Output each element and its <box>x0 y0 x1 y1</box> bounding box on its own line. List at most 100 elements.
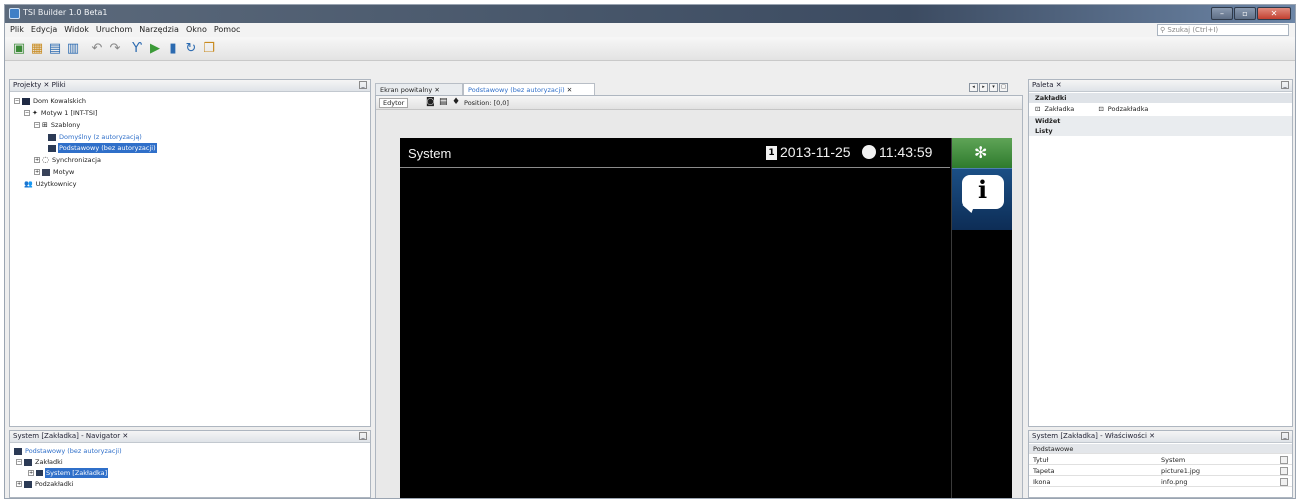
tree-item-users[interactable]: 👥 Użytkownicy <box>24 179 77 189</box>
tree-item-sync[interactable]: + ◌ Synchronizacja <box>34 155 102 165</box>
tabs-icon <box>24 458 32 466</box>
properties-section[interactable]: Podstawowe <box>1029 444 1292 454</box>
menu-run[interactable]: Uruchom <box>96 25 132 34</box>
tab-welcome-screen[interactable]: Ekran powitalny ✕ <box>375 83 463 95</box>
stop-icon[interactable]: ▮ <box>165 41 181 57</box>
save-all-icon[interactable]: ▥ <box>65 41 81 57</box>
palette-items-row: ⊡ Zakładka ⊡ Podzakładka <box>1029 104 1292 114</box>
edit-property-button[interactable] <box>1280 467 1288 475</box>
minimize-button[interactable]: – <box>1211 7 1233 20</box>
palette-title[interactable]: Paleta <box>1032 81 1053 89</box>
redo-icon[interactable]: ↷ <box>107 41 123 57</box>
tree-item-theme[interactable]: − ✦ Motyw 1 [INT-TSI] <box>24 108 98 118</box>
navigator-item[interactable]: + System [Zakładka] <box>28 468 109 478</box>
navigator-item[interactable]: Podstawowy (bez autoryzacji) <box>14 446 123 456</box>
camera-icon[interactable]: ◙ <box>426 97 435 107</box>
refresh-icon[interactable]: ↻ <box>183 41 199 57</box>
navigator-item[interactable]: − Zakładki <box>16 457 64 467</box>
project-icon <box>22 97 30 105</box>
pin-icon[interactable]: ♦ <box>452 97 460 107</box>
search-input[interactable]: ⚲ Szukaj (Ctrl+I) <box>1157 24 1289 36</box>
new-project-icon[interactable]: ▣ <box>11 41 27 57</box>
tree-item-template-basic[interactable]: Podstawowy (bez autoryzacji) <box>48 143 157 153</box>
tree-item-project[interactable]: − Dom Kowalskich <box>14 96 87 106</box>
close-tab-icon[interactable]: ✕ <box>567 86 572 94</box>
scroll-right-icon[interactable]: ▸ <box>979 83 988 92</box>
property-row[interactable]: Ikona info.png <box>1029 477 1292 487</box>
template-icon <box>48 133 56 141</box>
palette-panel: Paleta ✕ _ Zakładki ⊡ Zakładka ⊡ Podzakład… <box>1028 79 1293 427</box>
info-tab[interactable]: i <box>952 168 1012 230</box>
close-tab-icon[interactable]: ✕ <box>434 86 439 94</box>
palette-item-tab[interactable]: Zakładka <box>1044 105 1074 113</box>
editor-tab-bar: Ekran powitalny ✕ Podstawowy (bez autory… <box>375 83 1023 95</box>
palette-category-widgets[interactable]: Widżet <box>1029 116 1292 126</box>
copy-icon[interactable]: ❐ <box>201 41 217 57</box>
property-row[interactable]: Tytuł System <box>1029 455 1292 465</box>
search-icon: ⚲ <box>1160 26 1166 34</box>
tab-files[interactable]: Pliki <box>52 81 66 89</box>
menu-tools[interactable]: Narzędzia <box>139 25 179 34</box>
palette-category-lists[interactable]: Listy <box>1029 126 1292 136</box>
edit-property-button[interactable] <box>1280 478 1288 486</box>
navigator-panel: System [Zakładka] - Navigator ✕ _ Podsta… <box>9 430 371 498</box>
template-icon <box>14 447 22 455</box>
device-icon: ✦ <box>32 109 38 117</box>
filter-icon[interactable]: Ƴ <box>129 41 145 57</box>
menu-view[interactable]: Widok <box>64 25 89 34</box>
editor-mode-button[interactable]: Edytor <box>379 98 409 108</box>
header-divider <box>400 167 950 168</box>
palette-item-subtab[interactable]: Podzakładka <box>1108 105 1149 113</box>
save-icon[interactable]: ▤ <box>47 41 63 57</box>
editor-window-controls: ◂ ▸ ▾ □ <box>969 83 1008 92</box>
edit-property-button[interactable] <box>1280 456 1288 464</box>
calendar-icon: 1 <box>766 146 777 160</box>
run-icon[interactable]: ▶ <box>147 41 163 57</box>
minimize-panel-button[interactable]: _ <box>1281 432 1289 440</box>
clipboard-icon[interactable]: ▤ <box>439 97 448 107</box>
navigator-title[interactable]: System [Zakładka] - Navigator <box>13 432 120 440</box>
screen-date: 2013-11-25 <box>780 144 851 160</box>
screen-title: System <box>408 146 452 161</box>
application-window: TSI Builder 1.0 Beta1 – ▫ ✕ Plik Edycja … <box>4 4 1296 499</box>
screen-time: 11:43:59 <box>879 144 933 160</box>
minimize-panel-button[interactable]: _ <box>359 81 367 89</box>
main-toolbar: ▣ ▦ ▤ ▥ ↶ ↷ Ƴ ▶ ▮ ↻ ❐ <box>5 37 1295 61</box>
minimize-panel-button[interactable]: _ <box>1281 81 1289 89</box>
palette-panel-header: Paleta ✕ _ <box>1029 80 1292 92</box>
editor-area: Edytor ◙ ▤ ♦ Position: [0,0] System 1 20… <box>375 95 1023 498</box>
minimize-panel-button[interactable]: _ <box>359 432 367 440</box>
open-project-icon[interactable]: ▦ <box>29 41 45 57</box>
properties-panel-header: System [Zakładka] - Właściwości ✕ _ <box>1029 431 1292 443</box>
tree-item-motif[interactable]: + Motyw <box>34 167 75 177</box>
property-row[interactable]: Tapeta picture1.jpg <box>1029 466 1292 476</box>
subtab-widget-icon: ⊡ <box>1098 105 1104 113</box>
tab-widget-icon: ⊡ <box>1035 105 1041 113</box>
users-icon: 👥 <box>24 180 33 188</box>
app-logo-icon <box>9 8 20 19</box>
maximize-editor-icon[interactable]: □ <box>999 83 1008 92</box>
palette-category-tabs[interactable]: Zakładki <box>1029 93 1292 103</box>
settings-tab[interactable]: ✻ <box>952 138 1012 168</box>
properties-title[interactable]: System [Zakładka] - Właściwości <box>1032 432 1147 440</box>
tree-item-templates[interactable]: − ⊞ Szablony <box>34 120 81 130</box>
menu-help[interactable]: Pomoc <box>214 25 241 34</box>
tab-basic-template[interactable]: Podstawowy (bez autoryzacji) ✕ <box>463 83 595 95</box>
menu-window[interactable]: Okno <box>186 25 207 34</box>
menu-file[interactable]: Plik <box>10 25 24 34</box>
editor-subtoolbar: Edytor ◙ ▤ ♦ Position: [0,0] <box>376 96 1022 110</box>
window-list-icon[interactable]: ▾ <box>989 83 998 92</box>
maximize-button[interactable]: ▫ <box>1234 7 1256 20</box>
close-button[interactable]: ✕ <box>1257 7 1291 20</box>
device-screen-preview[interactable]: System 1 2013-11-25 11:43:59 ✻ i <box>400 138 1012 498</box>
tree-item-template-default[interactable]: Domyślny (z autoryzacją) <box>48 132 143 142</box>
tab-projects[interactable]: Projekty <box>13 81 41 89</box>
scroll-left-icon[interactable]: ◂ <box>969 83 978 92</box>
position-readout: Position: [0,0] <box>464 99 509 107</box>
navigator-item[interactable]: + Podzakładki <box>16 479 74 489</box>
window-title: TSI Builder 1.0 Beta1 <box>23 8 108 17</box>
menu-bar: Plik Edycja Widok Uruchom Narzędzia Okno… <box>5 23 1295 37</box>
undo-icon[interactable]: ↶ <box>89 41 105 57</box>
menu-edit[interactable]: Edycja <box>31 25 57 34</box>
info-icon: i <box>962 175 1004 209</box>
